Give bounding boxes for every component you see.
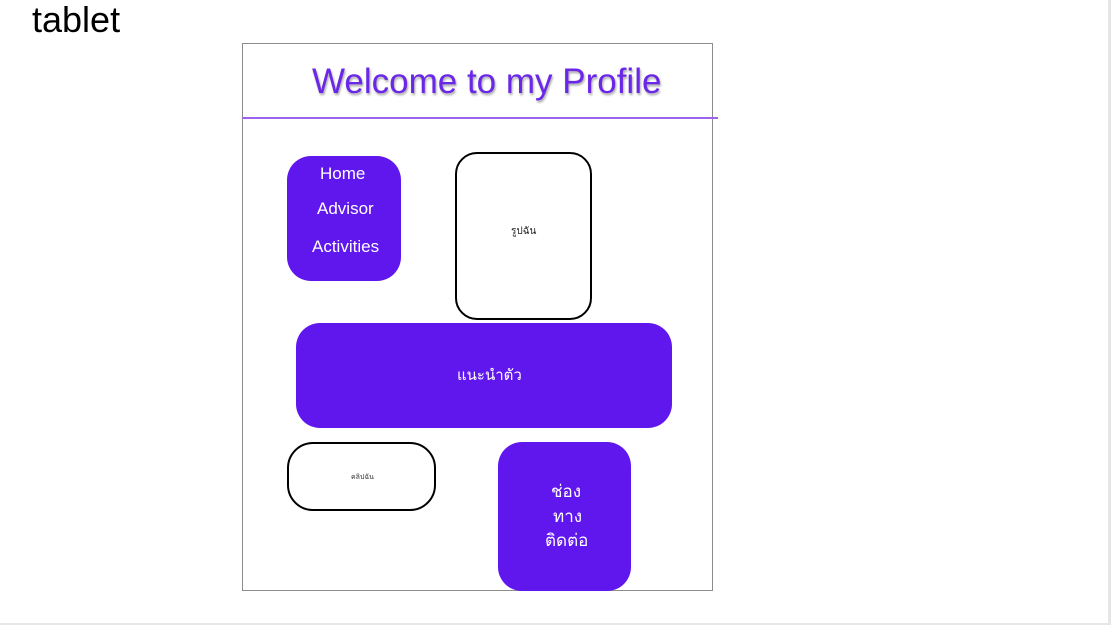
contact-label-line-2: ทาง (553, 507, 583, 527)
nav-item-advisor[interactable]: Advisor (317, 199, 374, 219)
profile-photo-label: รูปฉัน (511, 226, 537, 237)
page-title: Welcome to my Profile (312, 62, 662, 101)
nav-item-home[interactable]: Home (320, 164, 365, 184)
nav-item-activities[interactable]: Activities (312, 237, 379, 257)
video-clip-label: คลิปฉัน (351, 473, 374, 481)
intro-label: แนะนำตัว (457, 366, 522, 384)
header-divider (242, 117, 718, 119)
contact-label-line-1: ช่อง (551, 482, 582, 502)
device-label: tablet (32, 0, 121, 40)
contact-label-line-3: ติดต่อ (545, 531, 589, 551)
page: tablet Welcome to my Profile Home Adviso… (0, 0, 1111, 625)
